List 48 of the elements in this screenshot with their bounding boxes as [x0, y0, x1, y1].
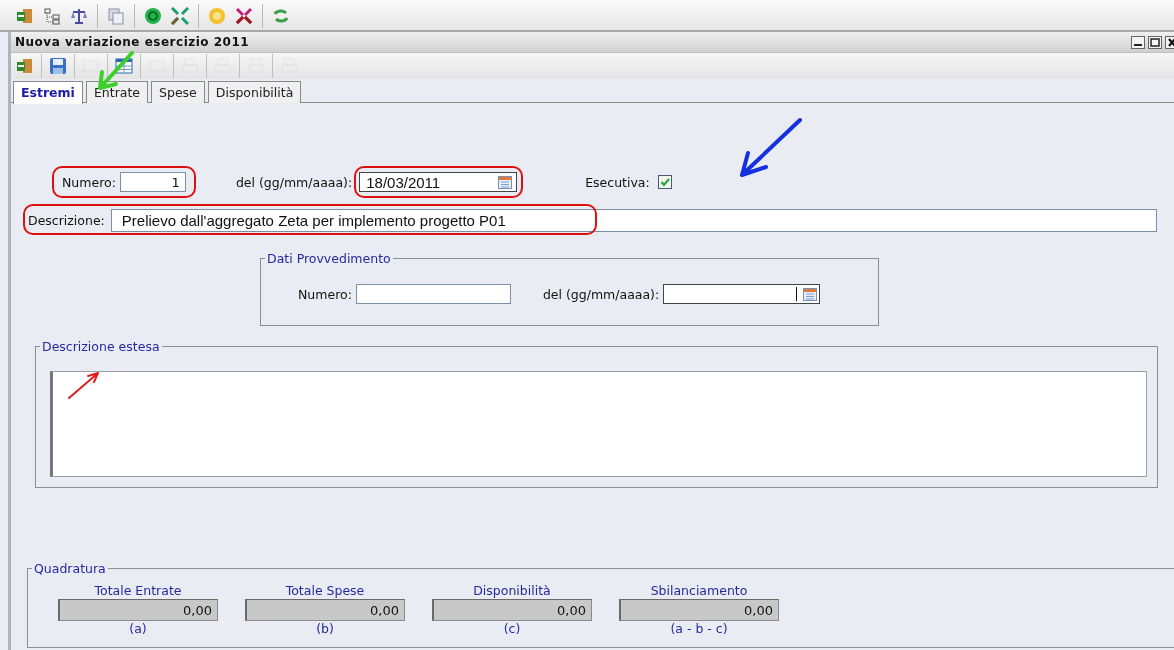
window-title: Nuova variazione esercizio 2011 — [15, 35, 250, 49]
group-title: Dati Provvedimento — [265, 251, 393, 266]
date-field[interactable]: 18/03/2011 — [359, 172, 518, 192]
formula-note: (c) — [503, 621, 521, 637]
total-field: 0,00 — [58, 599, 218, 621]
ring-icon[interactable] — [144, 7, 162, 25]
total-field: 0,00 — [245, 599, 405, 621]
tab[interactable]: Spese — [151, 81, 205, 103]
group-title: Descrizione estesa — [40, 339, 162, 354]
pages-icon[interactable] — [107, 7, 125, 25]
refresh-icon[interactable] — [272, 7, 290, 25]
calendar-icon[interactable] — [803, 287, 818, 301]
total-field: 0,00 — [619, 599, 779, 621]
group-title: Quadratura — [32, 561, 108, 576]
field-label: Numero: — [298, 286, 352, 302]
calendar-icon[interactable] — [498, 175, 513, 189]
total-label: Totale Spese — [285, 583, 365, 599]
maximize-button[interactable] — [1148, 35, 1162, 49]
field-label: Descrizione: — [28, 213, 105, 228]
arrows-outward-icon[interactable] — [235, 7, 253, 25]
exit-icon[interactable] — [16, 57, 34, 75]
field-label: del (gg/mm/aaaa): — [542, 286, 660, 302]
tree-icon[interactable] — [43, 7, 61, 25]
total-label: Disponibilità — [473, 583, 551, 599]
description-field[interactable]: Prelievo dall'aggregato Zeta per implemento progetto P01 — [110, 209, 1157, 232]
close-button[interactable] — [1165, 35, 1174, 49]
formula-note: (a) — [129, 621, 147, 637]
exit-icon[interactable] — [16, 7, 34, 25]
field-label: del (gg/mm/aaaa): — [235, 174, 353, 190]
formula-note: (b) — [316, 621, 334, 637]
tab[interactable]: Disponibilità — [207, 81, 302, 103]
arrows-inward-icon[interactable] — [171, 7, 189, 25]
checkbox[interactable] — [657, 175, 672, 189]
total-field: 0,00 — [432, 599, 592, 621]
field-label: Numero: — [62, 174, 116, 190]
save-icon[interactable] — [49, 57, 67, 75]
scales-icon[interactable] — [70, 7, 88, 25]
field-label: Esecutiva: — [585, 174, 650, 190]
total-label: Totale Entrate — [94, 583, 182, 599]
formula-note: (a - b - c) — [670, 621, 728, 637]
number-field[interactable]: 1 — [119, 172, 186, 192]
date-field[interactable] — [663, 284, 821, 304]
minimize-button[interactable] — [1131, 35, 1145, 49]
number-field[interactable] — [355, 284, 511, 304]
text-area[interactable] — [50, 371, 1147, 477]
total-label: Sbilanciamento — [650, 583, 748, 599]
tab[interactable]: Entrate — [85, 81, 149, 103]
tab[interactable]: Estremi — [13, 81, 83, 104]
